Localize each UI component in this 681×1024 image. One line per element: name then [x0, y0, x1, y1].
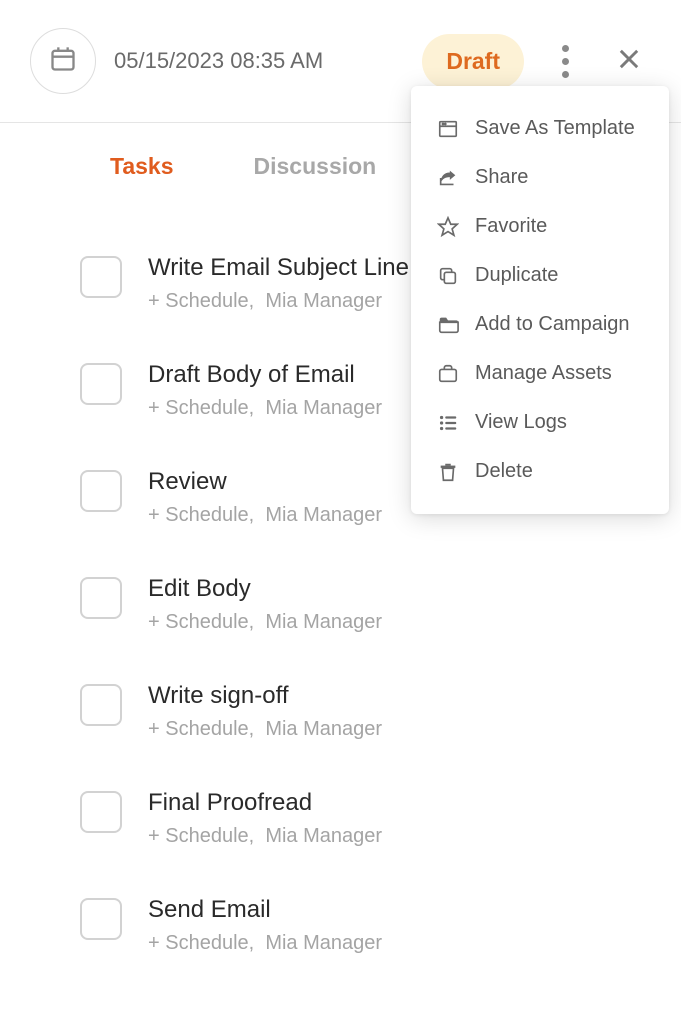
menu-label: Manage Assets	[475, 362, 612, 385]
task-assignee[interactable]: Mia Manager	[265, 825, 382, 847]
task-checkbox[interactable]	[80, 684, 122, 726]
task-item: Send Email + Schedule, Mia Manager	[80, 896, 641, 955]
menu-share[interactable]: Share	[411, 153, 669, 202]
task-meta: + Schedule, Mia Manager	[148, 611, 641, 634]
star-icon	[437, 216, 459, 238]
schedule-link[interactable]: + Schedule,	[148, 611, 254, 633]
schedule-link[interactable]: + Schedule,	[148, 932, 254, 954]
menu-manage-assets[interactable]: Manage Assets	[411, 349, 669, 398]
menu-view-logs[interactable]: View Logs	[411, 398, 669, 447]
close-icon	[615, 60, 643, 77]
task-assignee[interactable]: Mia Manager	[265, 718, 382, 740]
datetime-label: 05/15/2023 08:35 AM	[114, 48, 404, 74]
menu-label: View Logs	[475, 411, 567, 434]
task-assignee[interactable]: Mia Manager	[265, 611, 382, 633]
share-icon	[437, 167, 459, 189]
menu-label: Duplicate	[475, 264, 558, 287]
menu-label: Favorite	[475, 215, 547, 238]
task-checkbox[interactable]	[80, 791, 122, 833]
more-menu-button[interactable]	[542, 35, 589, 88]
task-assignee[interactable]: Mia Manager	[265, 290, 382, 312]
menu-favorite[interactable]: Favorite	[411, 202, 669, 251]
tab-discussion[interactable]: Discussion	[254, 153, 377, 180]
task-title[interactable]: Final Proofread	[148, 789, 641, 817]
task-checkbox[interactable]	[80, 470, 122, 512]
task-assignee[interactable]: Mia Manager	[265, 397, 382, 419]
task-item: Write sign-off + Schedule, Mia Manager	[80, 682, 641, 741]
menu-delete[interactable]: Delete	[411, 447, 669, 496]
task-item: Edit Body + Schedule, Mia Manager	[80, 575, 641, 634]
briefcase-icon	[437, 363, 459, 385]
menu-save-as-template[interactable]: Save As Template	[411, 104, 669, 153]
task-meta: + Schedule, Mia Manager	[148, 825, 641, 848]
copy-icon	[437, 265, 459, 287]
task-title[interactable]: Edit Body	[148, 575, 641, 603]
list-icon	[437, 412, 459, 434]
close-button[interactable]	[607, 37, 651, 86]
calendar-button[interactable]	[30, 28, 96, 94]
schedule-link[interactable]: + Schedule,	[148, 718, 254, 740]
menu-label: Delete	[475, 460, 533, 483]
task-assignee[interactable]: Mia Manager	[265, 504, 382, 526]
menu-duplicate[interactable]: Duplicate	[411, 251, 669, 300]
template-icon	[437, 118, 459, 140]
tab-tasks[interactable]: Tasks	[110, 153, 174, 180]
more-menu-dropdown: Save As Template Share Favorite Duplicat…	[411, 86, 669, 514]
menu-label: Add to Campaign	[475, 313, 630, 336]
task-title[interactable]: Send Email	[148, 896, 641, 924]
schedule-link[interactable]: + Schedule,	[148, 504, 254, 526]
status-badge: Draft	[422, 34, 524, 89]
menu-add-to-campaign[interactable]: Add to Campaign	[411, 300, 669, 349]
task-checkbox[interactable]	[80, 256, 122, 298]
task-meta: + Schedule, Mia Manager	[148, 932, 641, 955]
folder-icon	[437, 314, 459, 336]
task-checkbox[interactable]	[80, 363, 122, 405]
schedule-link[interactable]: + Schedule,	[148, 825, 254, 847]
task-item: Final Proofread + Schedule, Mia Manager	[80, 789, 641, 848]
task-title[interactable]: Write sign-off	[148, 682, 641, 710]
task-checkbox[interactable]	[80, 577, 122, 619]
task-assignee[interactable]: Mia Manager	[265, 932, 382, 954]
calendar-icon	[49, 45, 77, 78]
menu-label: Save As Template	[475, 117, 635, 140]
schedule-link[interactable]: + Schedule,	[148, 290, 254, 312]
task-meta: + Schedule, Mia Manager	[148, 718, 641, 741]
task-checkbox[interactable]	[80, 898, 122, 940]
menu-label: Share	[475, 166, 528, 189]
schedule-link[interactable]: + Schedule,	[148, 397, 254, 419]
trash-icon	[437, 461, 459, 483]
